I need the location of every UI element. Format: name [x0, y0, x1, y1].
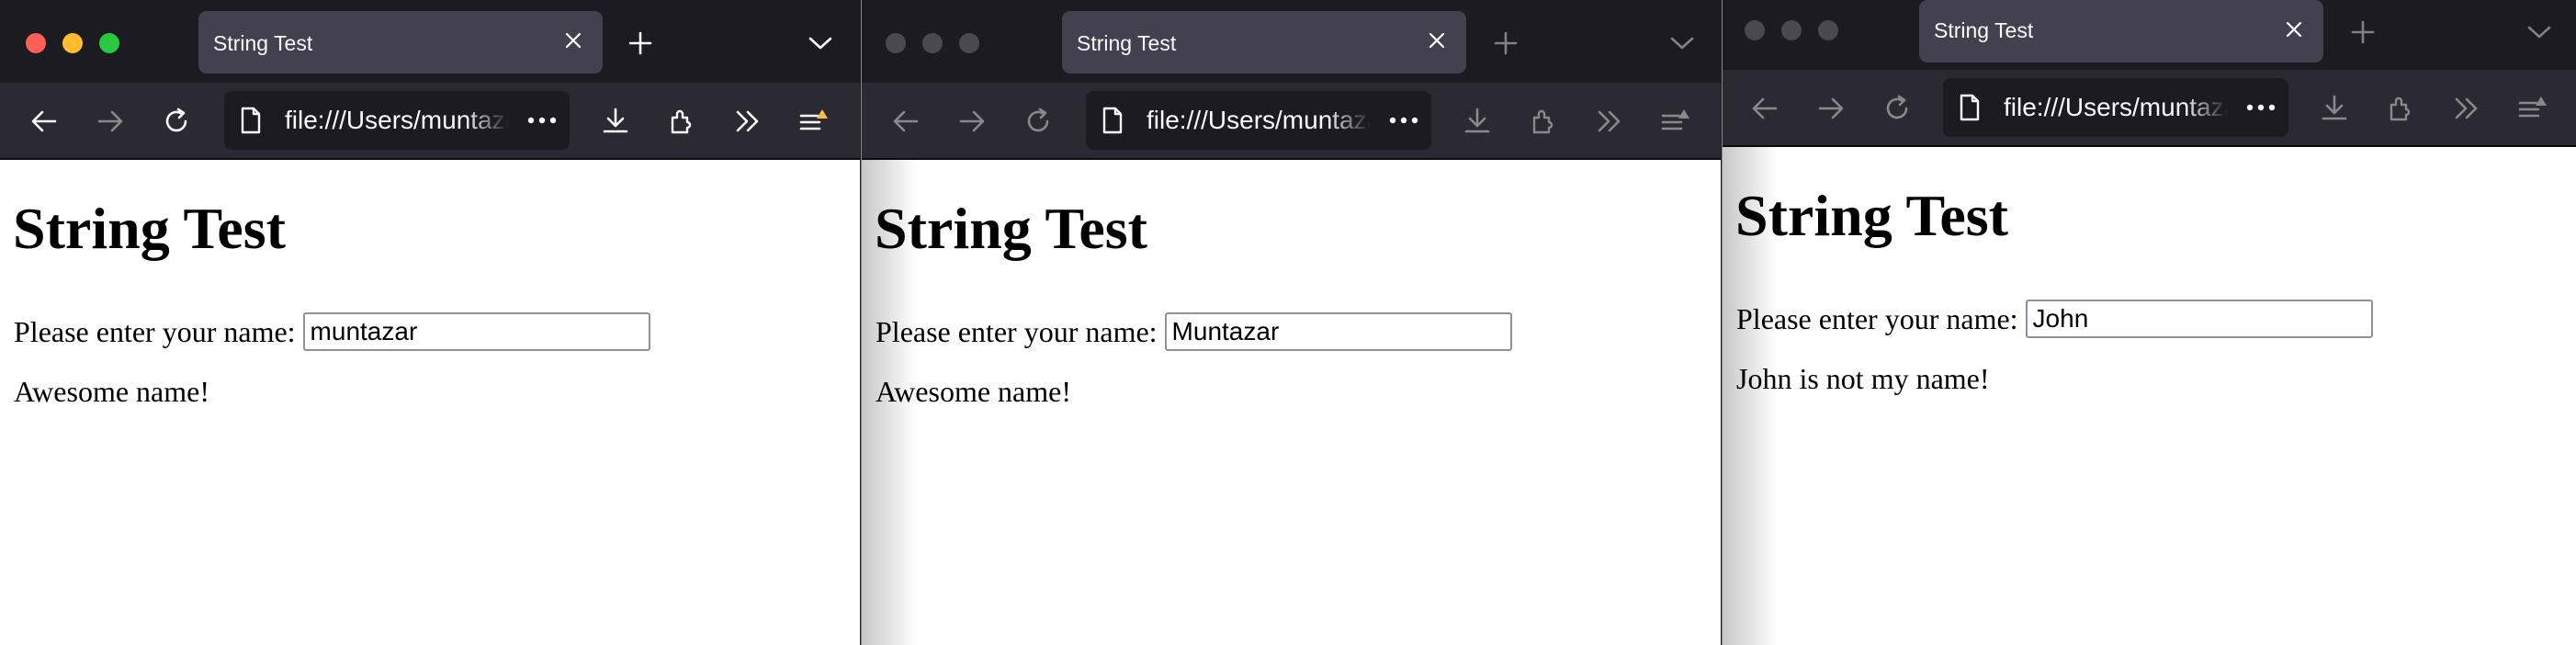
download-icon[interactable] — [2312, 86, 2356, 130]
more-horizontal-icon[interactable] — [2241, 87, 2281, 128]
download-icon[interactable] — [593, 99, 638, 143]
url-bar[interactable]: file:///Users/muntazar/Desktop/string_te… — [1943, 78, 2288, 137]
more-horizontal-icon[interactable] — [522, 100, 562, 141]
zoom-window-button[interactable] — [959, 33, 979, 53]
page-icon — [1099, 106, 1126, 135]
chevron-double-right-icon[interactable] — [2445, 86, 2489, 130]
url-bar[interactable]: file:///Users/muntazar/Desktop/string_te… — [1086, 91, 1431, 150]
browser-window-2: String Test file:///Users/muntazar/Deskt… — [861, 0, 1721, 645]
url-text[interactable]: file:///Users/muntazar/Desktop/string_te… — [1147, 106, 1371, 135]
forward-arrow-icon[interactable] — [950, 99, 994, 143]
tab-title: String Test — [1934, 18, 2034, 42]
url-bar[interactable]: file:///Users/muntazar/Desktop/string_te… — [224, 91, 570, 150]
minimize-window-button[interactable] — [922, 33, 943, 53]
chevron-double-right-icon[interactable] — [726, 99, 770, 143]
tab-list-chevron-icon[interactable] — [2518, 13, 2560, 51]
name-input[interactable] — [2025, 300, 2373, 338]
reload-icon[interactable] — [154, 99, 198, 143]
new-tab-icon[interactable] — [2344, 13, 2382, 51]
reload-icon[interactable] — [1016, 99, 1060, 143]
puzzle-icon[interactable] — [1521, 99, 1565, 143]
more-horizontal-icon[interactable] — [1384, 100, 1424, 141]
nav-toolbar: file:///Users/muntazar/Desktop/string_te… — [0, 83, 860, 160]
tab-string-test[interactable]: String Test — [1919, 0, 2323, 62]
name-input[interactable] — [302, 312, 650, 351]
hamburger-menu-icon[interactable] — [2511, 86, 2555, 130]
chevron-double-right-icon[interactable] — [1587, 99, 1632, 143]
close-tab-icon[interactable] — [557, 24, 590, 57]
back-arrow-icon[interactable] — [22, 99, 66, 143]
result-message: Awesome name! — [14, 375, 209, 408]
tab-title: String Test — [213, 31, 313, 55]
new-tab-icon[interactable] — [621, 24, 660, 62]
tab-list-chevron-icon[interactable] — [1661, 24, 1703, 62]
window-controls — [886, 33, 979, 53]
page-icon — [237, 106, 265, 135]
page-heading: String Test — [13, 196, 286, 261]
forward-arrow-icon[interactable] — [88, 99, 132, 143]
name-row: Please enter your name: — [14, 312, 650, 351]
tab-strip: String Test — [862, 0, 1721, 83]
minimize-window-button[interactable] — [1781, 20, 1802, 40]
tab-title: String Test — [1077, 31, 1177, 55]
minimize-window-button[interactable] — [62, 33, 83, 53]
reload-icon[interactable] — [1875, 86, 1919, 130]
name-label: Please enter your name: — [14, 314, 296, 348]
tab-strip: String Test — [0, 0, 860, 83]
window-controls — [26, 33, 119, 53]
close-window-button[interactable] — [886, 33, 906, 53]
download-icon[interactable] — [1455, 99, 1499, 143]
back-arrow-icon[interactable] — [1743, 86, 1787, 130]
close-window-button[interactable] — [26, 33, 46, 53]
browser-window-3: String Test file:///Users/muntazar/Deskt… — [1722, 0, 2576, 645]
tab-strip: String Test — [1723, 0, 2576, 70]
hamburger-menu-icon[interactable] — [1654, 99, 1698, 143]
close-tab-icon[interactable] — [1420, 24, 1453, 57]
name-row: Please enter your name: — [1736, 300, 2373, 338]
close-window-button[interactable] — [1745, 20, 1765, 40]
page-content: String Test Please enter your name: Awes… — [862, 160, 1721, 645]
browser-window-1: String Test file:///Users/muntazar/Deskt… — [0, 0, 860, 645]
name-row: Please enter your name: — [876, 312, 1512, 351]
new-tab-icon[interactable] — [1486, 24, 1525, 62]
nav-toolbar: file:///Users/muntazar/Desktop/string_te… — [862, 83, 1721, 160]
name-label: Please enter your name: — [1736, 301, 2018, 335]
close-tab-icon[interactable] — [2277, 13, 2310, 46]
window-controls — [1745, 20, 1838, 40]
tab-string-test[interactable]: String Test — [1062, 11, 1466, 74]
window-shadow — [862, 158, 917, 645]
hamburger-menu-icon[interactable] — [792, 99, 836, 143]
back-arrow-icon[interactable] — [884, 99, 928, 143]
url-text[interactable]: file:///Users/muntazar/Desktop/string_te… — [2004, 93, 2228, 122]
page-icon — [1956, 93, 1983, 122]
page-content: String Test Please enter your name: John… — [1723, 147, 2576, 645]
zoom-window-button[interactable] — [1818, 20, 1838, 40]
forward-arrow-icon[interactable] — [1809, 86, 1853, 130]
page-content: String Test Please enter your name: Awes… — [0, 160, 860, 645]
tab-list-chevron-icon[interactable] — [799, 24, 842, 62]
puzzle-icon[interactable] — [660, 99, 704, 143]
puzzle-icon[interactable] — [2378, 86, 2423, 130]
window-shadow — [1723, 147, 1778, 645]
url-text[interactable]: file:///Users/muntazar/Desktop/string_te… — [285, 106, 509, 135]
nav-toolbar: file:///Users/muntazar/Desktop/string_te… — [1723, 70, 2576, 147]
zoom-window-button[interactable] — [99, 33, 119, 53]
tab-string-test[interactable]: String Test — [198, 11, 603, 74]
name-label: Please enter your name: — [876, 314, 1158, 348]
name-input[interactable] — [1164, 312, 1512, 351]
